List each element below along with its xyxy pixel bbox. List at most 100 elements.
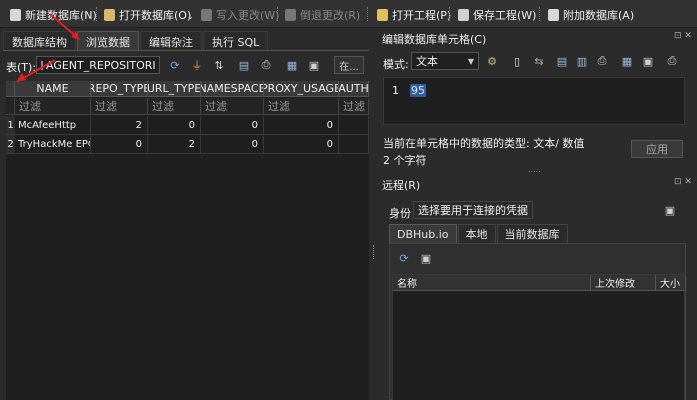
mode-select[interactable]: 文本 ▼ [411, 52, 479, 70]
sort-icon[interactable]: ⇅ [211, 57, 227, 73]
autoformat-icon[interactable]: ▣ [640, 53, 656, 69]
word-wrap-icon[interactable]: ▦ [619, 53, 635, 69]
attach-database-button[interactable]: 附加数据库(A) [548, 6, 634, 23]
manage-identity-icon[interactable]: ▣ [662, 202, 678, 218]
table-cell[interactable]: 0 [201, 116, 264, 135]
cell-value-editor[interactable]: 1 95 [383, 77, 685, 125]
insert-record-icon[interactable]: ▤ [236, 57, 252, 73]
dock-resize-handle[interactable]: ..... [528, 165, 541, 174]
row-number[interactable]: 2 [6, 135, 15, 154]
tab-current-database[interactable]: 当前数据库 [496, 224, 568, 243]
table-select[interactable]: AGENT_REPOSITORI ▼ [36, 56, 160, 74]
remote-title: 远程(R) [382, 179, 421, 192]
panel-splitter[interactable] [369, 29, 378, 400]
table-cell[interactable]: TryHackMe EPO [15, 135, 91, 154]
refresh-icon[interactable]: ⟳ [396, 250, 412, 266]
open-project-label: 打开工程(P) [392, 8, 452, 22]
import-file-icon[interactable]: ▯ [509, 53, 525, 69]
char-count: 2 个字符 [383, 154, 427, 167]
print-icon[interactable]: ⎙ [258, 57, 274, 73]
new-database-icon [10, 8, 21, 21]
tab-database-structure[interactable]: 数据库结构 [3, 31, 76, 51]
revert-changes-button[interactable]: 倒退更改(R) [285, 6, 360, 23]
column-header[interactable]: 名称 [393, 275, 591, 291]
attach-database-label: 附加数据库(A) [563, 8, 635, 22]
column-filter[interactable]: 过滤 [148, 98, 201, 115]
table-cell[interactable]: 2 [148, 135, 201, 154]
cell-editor-title: 编辑数据库单元格(C) [382, 33, 487, 46]
column-header[interactable]: NAME [15, 81, 91, 97]
write-icon [201, 8, 212, 21]
tab-execute-sql[interactable]: 执行 SQL [203, 31, 269, 51]
remote-panel: ⟳ ▣ 名称 上次修改 大小 [389, 243, 686, 400]
column-filter[interactable]: 过滤 [91, 98, 148, 115]
delete-record-icon[interactable]: ▣ [306, 57, 322, 73]
table-cell[interactable]: McAfeeHttp [15, 116, 91, 135]
print-cell-icon[interactable]: ⎙ [664, 53, 680, 69]
table-cell[interactable]: 0 [264, 116, 339, 135]
main-toolbar: 新建数据库(N) 打开数据库(O) ⌄ 写入更改(W) 倒退更改(R) 打开工程… [0, 0, 697, 28]
column-filter[interactable]: 过滤 [339, 98, 369, 115]
tab-dbhub[interactable]: DBHub.io [389, 224, 457, 243]
open-folder-icon [104, 8, 115, 21]
column-header[interactable]: NAMESPACE [201, 81, 264, 97]
auto-switch-icon[interactable]: ⚙ [484, 53, 500, 69]
column-filter[interactable]: 过滤 [201, 98, 264, 115]
project-icon [377, 8, 388, 21]
set-null-icon[interactable]: ▤ [554, 53, 570, 69]
column-header[interactable]: 大小 [656, 275, 686, 291]
chevron-down-icon: ▼ [467, 56, 474, 66]
more-button[interactable]: 在... [334, 56, 364, 74]
row-number[interactable]: 1 [6, 116, 15, 135]
new-record-icon[interactable]: ▦ [284, 57, 300, 73]
new-database-button[interactable]: 新建数据库(N) [10, 6, 97, 23]
table-cell[interactable] [339, 135, 369, 154]
tab-edit-pragmas[interactable]: 编辑杂注 [140, 31, 202, 51]
save-cell-icon[interactable]: ▥ [574, 53, 590, 69]
save-project-button[interactable]: 保存工程(W) [458, 6, 536, 23]
table-cell[interactable]: 0 [148, 116, 201, 135]
open-database-button[interactable]: 打开数据库(O) [104, 6, 191, 23]
column-filter[interactable]: 过滤 [264, 98, 339, 115]
format-icon[interactable]: ⎙ [594, 53, 610, 69]
dock-controls[interactable]: ⊡ ✕ [674, 177, 692, 187]
identity-select[interactable]: 选择要用于连接的凭据 ▼ [413, 201, 533, 219]
table-cell[interactable]: 0 [91, 135, 148, 154]
filter-corner [6, 98, 15, 115]
table-cell[interactable] [339, 116, 369, 135]
column-header[interactable]: REPO_TYPE [91, 81, 148, 97]
column-filter[interactable]: 过滤 [15, 98, 91, 115]
right-dock: 编辑数据库单元格(C) ⊡ ✕ 模式: 文本 ▼ ⚙ ▯ ⇆ ▤ ▥ ⎙ ▦ ▣… [378, 29, 697, 400]
dock-controls[interactable]: ⊡ ✕ [674, 31, 692, 41]
open-project-button[interactable]: 打开工程(P) [377, 6, 451, 23]
column-header[interactable]: URL_TYPE [148, 81, 201, 97]
refresh-icon[interactable]: ⟳ [167, 57, 183, 73]
tab-local[interactable]: 本地 [457, 224, 496, 243]
splitter-grip [373, 245, 374, 259]
tab-divider [3, 50, 369, 51]
revert-icon [285, 8, 296, 21]
table-cell[interactable]: 2 [91, 116, 148, 135]
column-header[interactable]: 上次修改 [591, 275, 656, 291]
table-select-value: AGENT_REPOSITORI [46, 58, 156, 72]
chevron-down-icon: ▼ [156, 61, 159, 70]
clear-filters-icon[interactable]: ⏚ [189, 57, 205, 73]
column-header[interactable]: PROXY_USAGE [264, 81, 339, 97]
column-header[interactable]: AUTH [339, 81, 369, 97]
grid-corner [6, 81, 15, 97]
open-database-label: 打开数据库(O) [119, 8, 192, 22]
toolbar-separator [277, 7, 279, 21]
cell-value-text[interactable]: 95 [410, 84, 426, 97]
revert-changes-label: 倒退更改(R) [300, 8, 361, 22]
apply-button[interactable]: 应用 [631, 140, 683, 158]
toolbar-separator [367, 7, 369, 21]
open-database-dropdown[interactable]: ⌄ [187, 8, 194, 25]
export-icon[interactable]: ⇆ [531, 53, 547, 69]
table-cell[interactable]: 0 [264, 135, 339, 154]
mode-select-value: 文本 [416, 55, 438, 68]
tab-browse-data[interactable]: 浏览数据 [77, 31, 139, 51]
write-changes-button[interactable]: 写入更改(W) [201, 6, 279, 23]
clone-icon[interactable]: ▣ [418, 250, 434, 266]
table-cell[interactable]: 0 [201, 135, 264, 154]
attach-database-icon [548, 8, 559, 21]
